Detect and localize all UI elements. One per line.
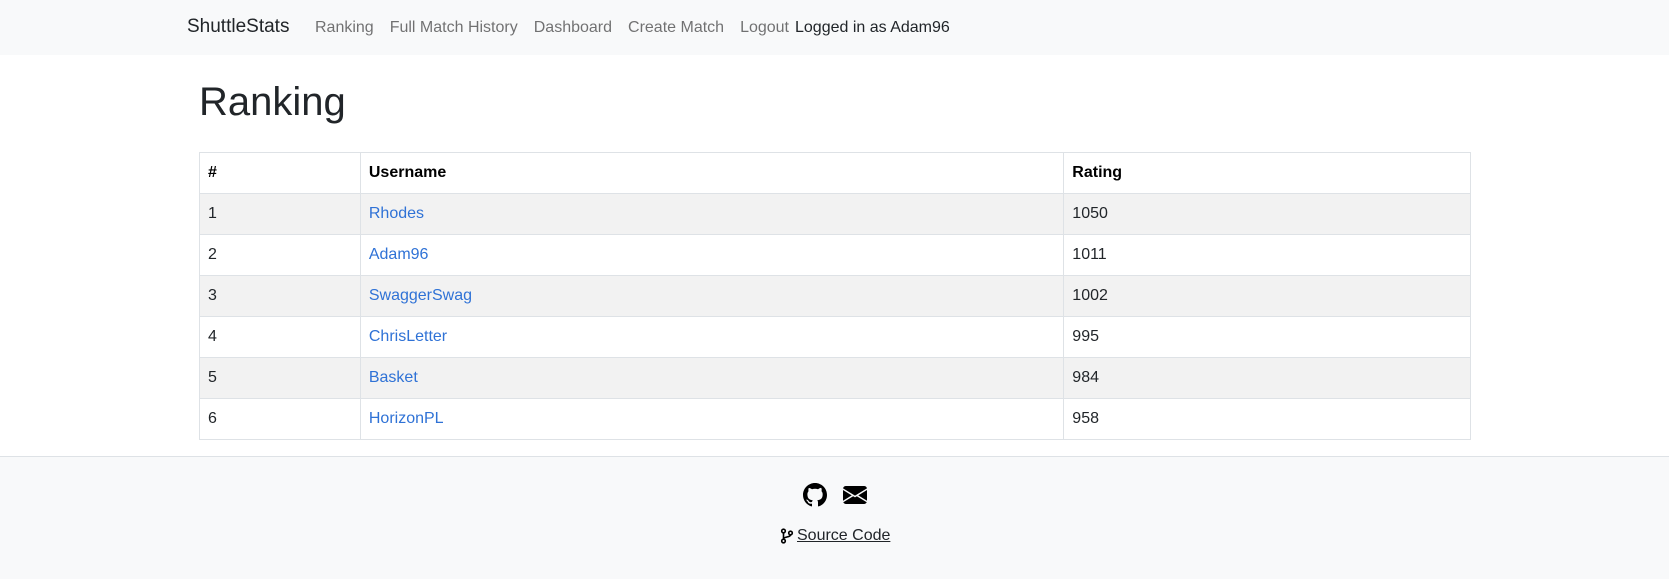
column-header-rating: Rating [1063,152,1471,194]
username-cell: Rhodes [359,193,1065,235]
username-link[interactable]: Adam96 [369,246,429,263]
username-cell: HorizonPL [359,398,1065,440]
git-branch-icon [780,528,794,544]
nav-link-full-match-history[interactable]: Full Match History [390,19,518,37]
page-title: Ranking [199,80,346,124]
username-link[interactable]: ChrisLetter [369,328,447,345]
rating-cell: 995 [1063,316,1471,358]
rating-cell: 1002 [1063,275,1471,317]
username-cell: ChrisLetter [359,316,1065,358]
rating-cell: 1011 [1063,234,1471,276]
source-code-link[interactable]: Source Code [780,527,890,545]
column-header-username: Username [359,152,1065,194]
username-link[interactable]: SwaggerSwag [369,287,472,304]
table-row: 3 SwaggerSwag 1002 [199,275,1471,317]
nav-link-ranking[interactable]: Ranking [315,19,374,37]
rank-cell: 4 [199,316,361,358]
nav-link-dashboard[interactable]: Dashboard [534,19,612,37]
table-row: 1 Rhodes 1050 [199,193,1471,235]
username-link[interactable]: Rhodes [369,205,424,222]
username-link[interactable]: HorizonPL [369,410,444,427]
username-cell: SwaggerSwag [359,275,1065,317]
table-header-row: # Username Rating [199,152,1471,194]
table-row: 2 Adam96 1011 [199,234,1471,276]
navbar: ShuttleStats Ranking Full Match History … [0,0,1669,55]
rank-cell: 3 [199,275,361,317]
nav-links: Ranking Full Match History Dashboard Cre… [315,19,950,37]
table-row: 5 Basket 984 [199,357,1471,399]
rating-cell: 958 [1063,398,1471,440]
ranking-table: # Username Rating 1 Rhodes 1050 2 Adam96… [199,152,1471,440]
rank-cell: 6 [199,398,361,440]
column-header-rank: # [199,152,361,194]
footer-icons [803,483,867,507]
table-row: 4 ChrisLetter 995 [199,316,1471,358]
table-row: 6 HorizonPL 958 [199,398,1471,440]
envelope-icon[interactable] [843,483,867,507]
rank-cell: 1 [199,193,361,235]
username-link[interactable]: Basket [369,369,418,386]
rank-cell: 5 [199,357,361,399]
nav-link-logout[interactable]: Logout [740,19,789,37]
footer: Source Code [0,456,1669,579]
rating-cell: 1050 [1063,193,1471,235]
username-cell: Adam96 [359,234,1065,276]
username-cell: Basket [359,357,1065,399]
rank-cell: 2 [199,234,361,276]
source-code-label: Source Code [797,527,891,544]
github-icon[interactable] [803,483,827,507]
brand-link[interactable]: ShuttleStats [187,16,289,38]
nav-link-create-match[interactable]: Create Match [628,19,724,37]
rating-cell: 984 [1063,357,1471,399]
logged-in-status: Logged in as Adam96 [795,19,950,36]
